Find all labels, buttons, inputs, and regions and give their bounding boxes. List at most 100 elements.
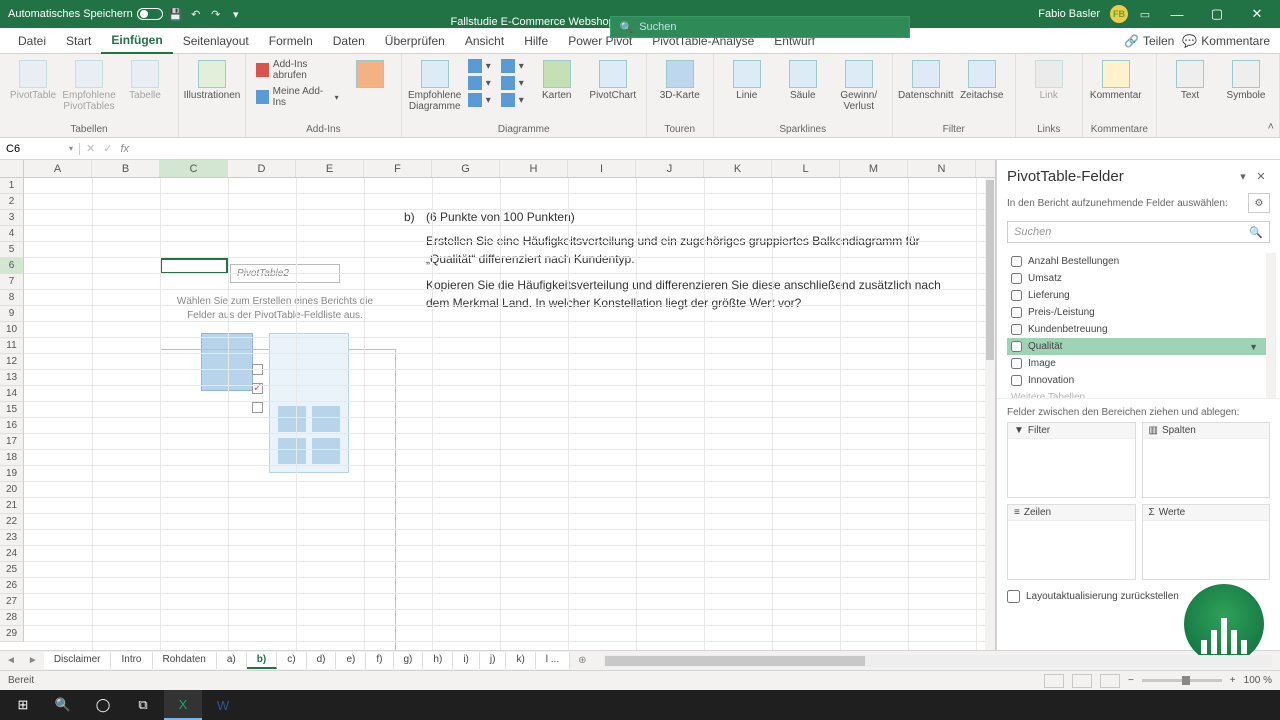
select-all-corner[interactable]	[0, 160, 24, 177]
tab-ueberpruefen[interactable]: Überprüfen	[375, 29, 455, 53]
column-header[interactable]: M	[840, 160, 908, 177]
row-header[interactable]: 17	[0, 434, 24, 450]
row-header[interactable]: 29	[0, 626, 24, 642]
field-item[interactable]: Lieferung	[1007, 287, 1266, 304]
sheet-tab[interactable]: c)	[277, 652, 306, 669]
column-header[interactable]: F	[364, 160, 432, 177]
column-header[interactable]: J	[636, 160, 704, 177]
taskpane-options-icon[interactable]: ▾	[1234, 170, 1252, 183]
taskbar-excel-icon[interactable]: X	[164, 690, 202, 720]
field-checkbox[interactable]	[1011, 256, 1022, 267]
taskpane-close-icon[interactable]: ✕	[1252, 170, 1270, 183]
field-item[interactable]: Kundenbetreuung	[1007, 321, 1266, 338]
chart-bar-button[interactable]: ▾	[466, 92, 493, 108]
sheet-tab[interactable]: k)	[506, 652, 535, 669]
taskbar-taskview-icon[interactable]: ⧉	[124, 690, 162, 720]
quickaccess-more-icon[interactable]: ▾	[229, 7, 243, 21]
column-header[interactable]: C	[160, 160, 228, 177]
field-checkbox[interactable]	[1011, 307, 1022, 318]
3d-map-button[interactable]: 3D-Karte	[655, 58, 705, 101]
sheet-nav-next-icon[interactable]: ►	[22, 655, 44, 666]
taskbar-cortana-icon[interactable]: ◯	[84, 690, 122, 720]
more-tables-link[interactable]: Weitere Tabellen...	[1007, 389, 1266, 398]
horizontal-scrollbar[interactable]	[603, 655, 1272, 667]
row-header[interactable]: 2	[0, 194, 24, 210]
name-box[interactable]: C6▾	[0, 143, 80, 155]
field-search-input[interactable]: Suchen🔍	[1007, 221, 1270, 243]
row-header[interactable]: 12	[0, 354, 24, 370]
rows-area[interactable]: ≡Zeilen	[1007, 504, 1136, 580]
normal-view-button[interactable]	[1044, 674, 1064, 688]
row-header[interactable]: 21	[0, 498, 24, 514]
user-avatar[interactable]: FB	[1110, 5, 1128, 23]
sheet-tab[interactable]: e)	[336, 652, 366, 669]
recommended-charts-button[interactable]: Empfohlene Diagramme	[410, 58, 460, 112]
tab-hilfe[interactable]: Hilfe	[514, 29, 558, 53]
zoom-in-button[interactable]: +	[1230, 675, 1236, 686]
sheet-tab[interactable]: a)	[217, 652, 247, 669]
field-checkbox[interactable]	[1011, 341, 1022, 352]
maximize-button[interactable]: ▢	[1202, 6, 1232, 22]
page-layout-view-button[interactable]	[1072, 674, 1092, 688]
sheet-tab[interactable]: Intro	[111, 652, 152, 669]
autosave-toggle[interactable]: Automatisches Speichern	[8, 8, 163, 20]
filter-area[interactable]: ▼Filter	[1007, 422, 1136, 498]
row-header[interactable]: 1	[0, 178, 24, 194]
start-button[interactable]: ⊞	[4, 690, 42, 720]
field-checkbox[interactable]	[1011, 358, 1022, 369]
add-sheet-button[interactable]: ⊕	[570, 655, 594, 666]
save-icon[interactable]: 💾	[169, 7, 183, 21]
field-checkbox[interactable]	[1011, 273, 1022, 284]
close-button[interactable]: ✕	[1242, 6, 1272, 22]
field-item[interactable]: Preis-/Leistung	[1007, 304, 1266, 321]
row-header[interactable]: 25	[0, 562, 24, 578]
cancel-formula-icon[interactable]: ✕	[86, 142, 95, 155]
row-header[interactable]: 26	[0, 578, 24, 594]
field-item[interactable]: Innovation	[1007, 372, 1266, 389]
column-header[interactable]: E	[296, 160, 364, 177]
vertical-scrollbar[interactable]	[985, 178, 995, 650]
worksheet-grid[interactable]: ABCDEFGHIJKLMN PivotTable2 Wählen Sie zu…	[0, 160, 996, 650]
sheet-tab[interactable]: f)	[366, 652, 393, 669]
accept-formula-icon[interactable]: ✓	[103, 142, 112, 155]
undo-icon[interactable]: ↶	[189, 7, 203, 21]
sparkline-column-button[interactable]: Säule	[778, 58, 828, 101]
field-checkbox[interactable]	[1011, 290, 1022, 301]
sheet-tab[interactable]: i)	[453, 652, 480, 669]
column-header[interactable]: A	[24, 160, 92, 177]
sparkline-winloss-button[interactable]: Gewinn/ Verlust	[834, 58, 884, 112]
comment-button[interactable]: Kommentar	[1091, 58, 1141, 101]
field-checkbox[interactable]	[1011, 375, 1022, 386]
zoom-slider[interactable]	[1142, 679, 1222, 682]
timeline-button[interactable]: Zeitachse	[957, 58, 1007, 101]
tab-einfuegen[interactable]: Einfügen	[101, 28, 172, 54]
column-header[interactable]: I	[568, 160, 636, 177]
row-header[interactable]: 24	[0, 546, 24, 562]
slicer-button[interactable]: Datenschnitt	[901, 58, 951, 101]
collapse-ribbon-icon[interactable]: ˄	[1268, 121, 1274, 133]
ribbon-mode-icon[interactable]: ▭	[1138, 7, 1152, 21]
zoom-level[interactable]: 100 %	[1244, 675, 1272, 686]
get-addins-button[interactable]: Add-Ins abrufen	[254, 58, 341, 82]
addin-visio-button[interactable]	[347, 58, 393, 88]
tab-datei[interactable]: Datei	[8, 29, 56, 53]
row-header[interactable]: 18	[0, 450, 24, 466]
tab-daten[interactable]: Daten	[323, 29, 375, 53]
values-area[interactable]: ΣWerte	[1142, 504, 1271, 580]
row-header[interactable]: 23	[0, 530, 24, 546]
minimize-button[interactable]: —	[1162, 7, 1192, 22]
sparkline-line-button[interactable]: Linie	[722, 58, 772, 101]
text-button[interactable]: Text	[1165, 58, 1215, 101]
row-header[interactable]: 3	[0, 210, 24, 226]
sheet-tab[interactable]: Rohdaten	[153, 652, 217, 669]
row-header[interactable]: 15	[0, 402, 24, 418]
row-header[interactable]: 27	[0, 594, 24, 610]
column-header[interactable]: N	[908, 160, 976, 177]
row-header[interactable]: 7	[0, 274, 24, 290]
field-item[interactable]: Image	[1007, 355, 1266, 372]
row-header[interactable]: 14	[0, 386, 24, 402]
pivotchart-button[interactable]: PivotChart	[588, 58, 638, 101]
maps-button[interactable]: Karten	[532, 58, 582, 101]
share-button[interactable]: 🔗Teilen	[1124, 34, 1174, 48]
comments-button[interactable]: 💬Kommentare	[1182, 34, 1270, 48]
